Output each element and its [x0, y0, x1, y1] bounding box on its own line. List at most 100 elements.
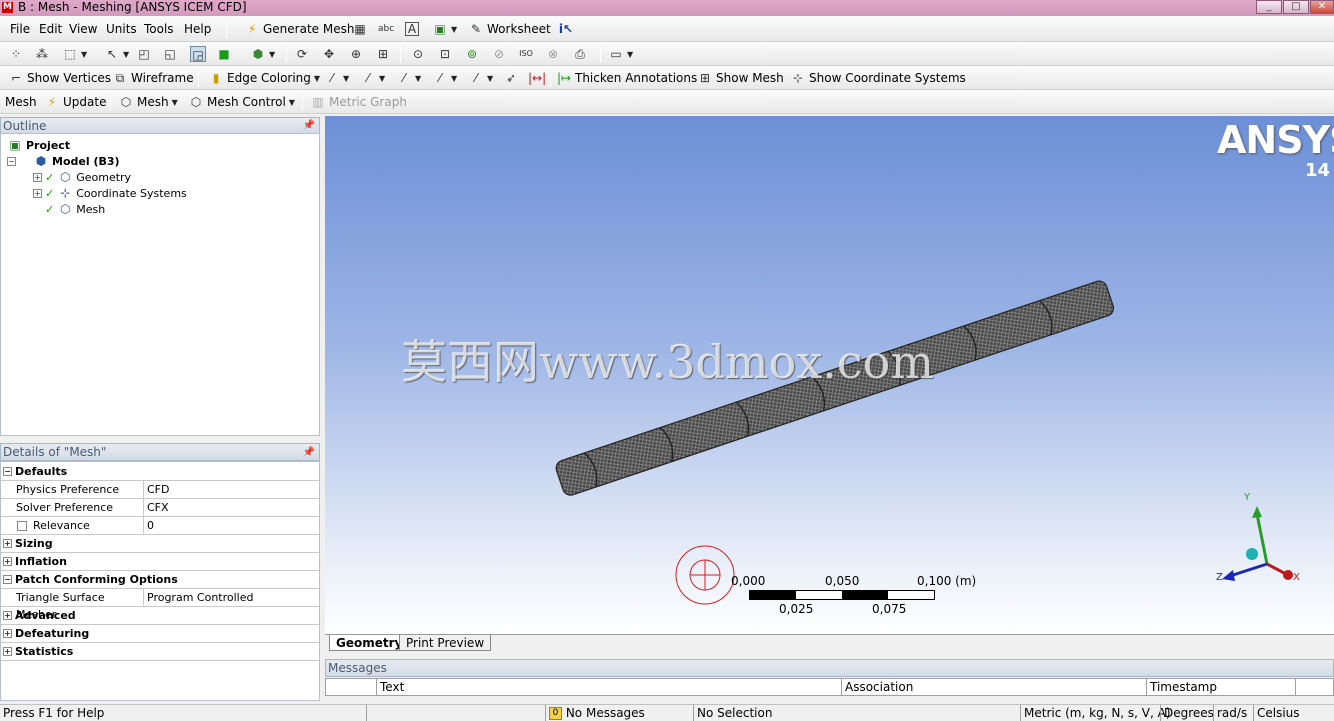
edge-style-3-dropdown[interactable]: ⁄ ▼ — [396, 68, 421, 88]
annotation-icon[interactable]: A — [405, 19, 419, 39]
collapse-icon[interactable]: − — [3, 575, 12, 584]
graphics-viewport[interactable]: ANSYS 14 莫西网www.3dmox.com 0,000 0,050 0,… — [325, 116, 1334, 634]
expand-icon[interactable]: + — [3, 557, 12, 566]
close-button[interactable]: ✕ — [1310, 0, 1334, 14]
show-vertices-label: Show Vertices — [27, 71, 112, 85]
tree-item-model[interactable]: − ⬢ Model (B3) — [7, 153, 120, 169]
tree-item-mesh[interactable]: ✓ ⬡ Mesh — [45, 201, 105, 217]
prop-value[interactable]: Program Controlled — [147, 589, 253, 606]
update-button[interactable]: ⚡ Update — [44, 92, 107, 112]
edge-style-5-dropdown[interactable]: ⁄ ▼ — [468, 68, 493, 88]
prop-value[interactable]: CFD — [147, 481, 169, 498]
iso-view-button[interactable]: ISO — [518, 44, 534, 64]
abc-icon[interactable]: abc — [378, 19, 394, 39]
thicken-annotations-button[interactable]: |↦ Thicken Annotations — [556, 68, 697, 88]
magnifier-button[interactable]: ⊚ — [464, 44, 480, 64]
next-view-button[interactable]: ⊗ — [545, 44, 561, 64]
box-zoom-button[interactable]: ⊞ — [375, 44, 391, 64]
details-row-solver-preference[interactable]: Solver Preference CFX — [1, 499, 319, 517]
show-vertices-button[interactable]: ⌐ Show Vertices — [8, 68, 111, 88]
tree-item-project[interactable]: ▣ Project — [7, 137, 70, 153]
select-point-button[interactable]: ⁘ — [8, 44, 24, 64]
details-group-defeaturing[interactable]: + Defeaturing — [1, 625, 319, 643]
previous-view-button[interactable]: ⊘ — [491, 44, 507, 64]
pan-button[interactable]: ✥ — [321, 44, 337, 64]
show-coordinate-systems-button[interactable]: ⊹ Show Coordinate Systems — [790, 68, 966, 88]
image-dropdown[interactable]: ▣ ▼ — [432, 19, 457, 39]
status-rate[interactable]: rad/s — [1213, 705, 1253, 721]
show-mesh-button[interactable]: ⊞ Show Mesh — [697, 68, 784, 88]
details-row-physics-preference[interactable]: Physics Preference CFD — [1, 481, 319, 499]
zoom-button[interactable]: ⊕ — [348, 44, 364, 64]
select-body-button[interactable]: ■ — [216, 44, 232, 64]
menu-units[interactable]: Units — [106, 19, 137, 39]
column-timestamp[interactable]: Timestamp — [1146, 679, 1296, 695]
whats-this-button[interactable]: i↖ — [558, 19, 574, 39]
details-row-relevance[interactable]: Relevance 0 — [1, 517, 319, 535]
menu-help[interactable]: Help — [184, 19, 211, 39]
expand-icon[interactable]: + — [3, 611, 12, 620]
select-coords-button[interactable]: ⁂ — [34, 44, 50, 64]
status-messages[interactable]: 0 No Messages — [545, 705, 693, 721]
minimize-button[interactable]: _ — [1256, 0, 1282, 14]
status-angle[interactable]: Degrees — [1160, 705, 1214, 721]
extend-dropdown[interactable]: ⬢ ▼ — [250, 44, 275, 64]
details-row-triangle-surface-mesher[interactable]: Triangle Surface Mesher Program Controll… — [1, 589, 319, 621]
details-group-advanced[interactable]: + Advanced — [1, 607, 319, 625]
menu-view[interactable]: View — [69, 19, 97, 39]
edge-style-2-dropdown[interactable]: ⁄ ▼ — [360, 68, 385, 88]
tree-item-geometry[interactable]: + ✓ ⬡ Geometry — [33, 169, 131, 185]
select-face-button[interactable]: ◲ — [190, 44, 206, 64]
edge-direction-button[interactable]: ➶ — [503, 68, 519, 88]
expand-icon[interactable]: + — [3, 629, 12, 638]
viewport-layout-dropdown[interactable]: ▭ ▼ — [608, 44, 633, 64]
edge-style-4-dropdown[interactable]: ⁄ ▼ — [432, 68, 457, 88]
axis-triad[interactable] — [1210, 492, 1300, 584]
pin-icon[interactable]: 📌 — [303, 118, 315, 134]
rotate-button[interactable]: ⟳ — [294, 44, 310, 64]
edge-split-button[interactable]: |↔| — [528, 68, 546, 88]
expand-icon[interactable]: + — [33, 188, 42, 198]
mesh-dropdown[interactable]: ⬡ Mesh ▼ — [118, 92, 178, 112]
collapse-icon[interactable]: − — [7, 156, 16, 166]
collapse-icon[interactable]: − — [3, 467, 12, 476]
prop-value[interactable]: CFX — [147, 499, 169, 516]
zoom-fit-button[interactable]: ⊙ — [410, 44, 426, 64]
select-vertex-button[interactable]: ◰ — [136, 44, 152, 64]
select-mode-dropdown[interactable]: ⬚ ▼ — [62, 44, 87, 64]
tree-item-coordinate-systems[interactable]: + ✓ ⊹ Coordinate Systems — [33, 185, 187, 201]
relevance-checkbox[interactable] — [17, 521, 27, 531]
print-button[interactable]: ⎙ — [572, 44, 588, 64]
details-group-statistics[interactable]: + Statistics — [1, 643, 319, 661]
pin-icon[interactable]: 📌 — [303, 444, 315, 461]
edge-style-1-dropdown[interactable]: ⁄ ▼ — [324, 68, 349, 88]
status-units[interactable]: Metric (m, kg, N, s, V, A) — [1020, 705, 1171, 721]
wireframe-button[interactable]: ⧉ Wireframe — [112, 68, 194, 88]
preview-icon[interactable]: ▦ — [352, 19, 368, 39]
select-edge-button[interactable]: ◱ — [162, 44, 178, 64]
details-group-inflation[interactable]: + Inflation — [1, 553, 319, 571]
column-association[interactable]: Association — [841, 679, 1147, 695]
generate-mesh-button[interactable]: ⚡ Generate Mesh — [244, 19, 355, 39]
worksheet-button[interactable]: ✎ Worksheet — [468, 19, 551, 39]
zoom-box-button[interactable]: ⊡ — [437, 44, 453, 64]
menu-tools[interactable]: Tools — [144, 19, 174, 39]
menu-file[interactable]: File — [10, 19, 30, 39]
column-text[interactable]: Text — [376, 679, 841, 695]
prop-value[interactable]: 0 — [147, 517, 154, 534]
edge-coloring-dropdown[interactable]: ▮ Edge Coloring ▼ — [208, 68, 320, 88]
tab-print-preview[interactable]: Print Preview — [399, 635, 492, 651]
expand-icon[interactable]: + — [33, 172, 42, 182]
metric-graph-button[interactable]: ▥ Metric Graph — [310, 92, 407, 112]
details-group-defaults[interactable]: − Defaults — [1, 463, 319, 481]
expand-icon[interactable]: + — [3, 539, 12, 548]
menu-edit[interactable]: Edit — [39, 19, 62, 39]
status-temperature[interactable]: Celsius — [1253, 705, 1334, 721]
cursor-mode-dropdown[interactable]: ↖ ▼ — [104, 44, 129, 64]
mesh-control-dropdown[interactable]: ⬡ Mesh Control ▼ — [188, 92, 295, 112]
details-group-sizing[interactable]: + Sizing — [1, 535, 319, 553]
tab-geometry[interactable]: Geometry — [329, 635, 410, 651]
maximize-button[interactable]: □ — [1283, 0, 1309, 14]
details-group-patch-conforming[interactable]: − Patch Conforming Options — [1, 571, 319, 589]
expand-icon[interactable]: + — [3, 647, 12, 656]
